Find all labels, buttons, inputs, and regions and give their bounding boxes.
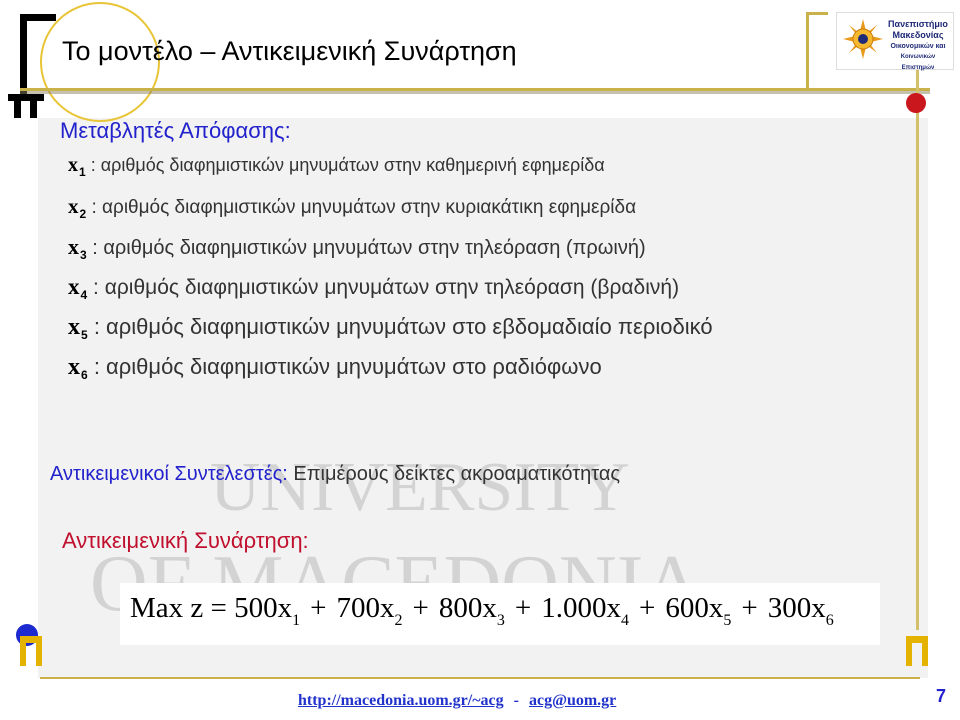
variable-description: : αριθμός διαφημιστικών μηνυμάτων στην κ… (91, 197, 637, 218)
list-item: x1 : αριθμός διαφημιστικών μηνυμάτων στη… (68, 154, 713, 194)
footer: http://macedonia.uom.gr/~acg - acg@uom.gr (298, 692, 616, 710)
variable-description: : αριθμός διαφημιστικών μηνυμάτων στο εβ… (93, 314, 713, 339)
logo-text: Πανεπιστήμιο Μακεδονίας Οικονομικών και … (885, 19, 951, 74)
title-rule-shadow (20, 91, 930, 94)
formula-term: 500x1 (234, 592, 301, 629)
watermark-line-1: UNIVERSITY (210, 449, 630, 526)
formula-term: 600x5 (665, 592, 732, 629)
decorative-stub-top-left (8, 88, 44, 118)
university-logo: Πανεπιστήμιο Μακεδονίας Οικονομικών και … (836, 12, 954, 71)
formula-term: 300x6 (767, 592, 834, 629)
formula-term: 800x3 (438, 592, 505, 629)
variable-description: : αριθμός διαφημιστικών μηνυμάτων στο ρα… (93, 354, 602, 379)
list-item: x6 : αριθμός διαφημιστικών μηνυμάτων στο… (68, 354, 713, 394)
variable-symbol: x2 (68, 194, 87, 221)
coefficients-label: Αντικειμενικοί Συντελεστές: (50, 463, 288, 485)
sun-emblem-icon (843, 19, 883, 59)
website-link[interactable]: http://macedonia.uom.gr/~acg (298, 692, 504, 709)
formula-operator: + (638, 592, 656, 624)
objective-formula: Max z = 500x1 +700x2 +800x3 +1.000x4 +600x5 +… (130, 592, 834, 629)
logo-line-3: Οικονομικών και (890, 43, 946, 50)
variable-symbol: x1 (68, 154, 86, 179)
red-dot-icon (906, 93, 926, 113)
logo-line-4: Κοινωνικών Επιστημών (900, 54, 936, 71)
variable-symbol: x3 (68, 234, 87, 262)
formula-operator: + (514, 592, 532, 624)
variable-symbol: x5 (68, 314, 88, 342)
footer-rule (40, 677, 920, 679)
objective-function-label: Αντικειμενική Συνάρτηση: (62, 528, 309, 553)
formula-term: 1.000x4 (541, 592, 629, 629)
footer-separator: - (513, 692, 519, 709)
list-item: x3 : αριθμός διαφημιστικών μηνυμάτων στη… (68, 234, 713, 274)
formula-operator: + (741, 592, 758, 624)
variable-symbol: x4 (68, 274, 88, 302)
formula-operator: + (412, 592, 429, 624)
variable-description: : αριθμός διαφημιστικών μηνυμάτων στην τ… (93, 276, 680, 299)
logo-line-1: Πανεπιστήμιο (888, 19, 948, 29)
formula-term: 700x2 (336, 592, 403, 629)
list-item: x5 : αριθμός διαφημιστικών μηνυμάτων στο… (68, 314, 713, 354)
decorative-bracket (20, 14, 56, 94)
variable-description: : αριθμός διαφημιστικών μηνυμάτων στην τ… (92, 237, 646, 259)
decorative-bracket-right (806, 12, 828, 90)
list-item: x4 : αριθμός διαφημιστικών μηνυμάτων στη… (68, 274, 713, 314)
slide: UNIVERSITY OF MACEDONIA Πανεπιστήμιο (0, 0, 960, 720)
slide-title: Το μοντέλο – Αντικειμενική Συνάρτηση (62, 36, 517, 66)
page-number: 7 (936, 686, 947, 706)
variable-list: x1 : αριθμός διαφημιστικών μηνυμάτων στη… (68, 154, 713, 394)
decorative-stub-bottom-right (906, 636, 928, 666)
decision-variables-heading: Μεταβλητές Απόφασης: (60, 118, 291, 143)
decorative-stub-bottom-left (20, 636, 42, 666)
formula-operator: + (310, 592, 327, 624)
variable-description: : αριθμός διαφημιστικών μηνυμάτων στην κ… (90, 155, 605, 175)
list-item: x2 : αριθμός διαφημιστικών μηνυμάτων στη… (68, 194, 713, 234)
variable-symbol: x6 (68, 354, 88, 382)
email-link[interactable]: acg@uom.gr (529, 692, 616, 709)
coefficients-text: Επιμέρους δείκτες ακροαματικότητας (293, 463, 621, 485)
coefficients-line: Αντικειμενικοί Συντελεστές: Επιμέρους δε… (50, 463, 620, 486)
logo-line-2: Μακεδονίας (892, 30, 944, 40)
formula-prefix: Max z = (130, 592, 235, 624)
